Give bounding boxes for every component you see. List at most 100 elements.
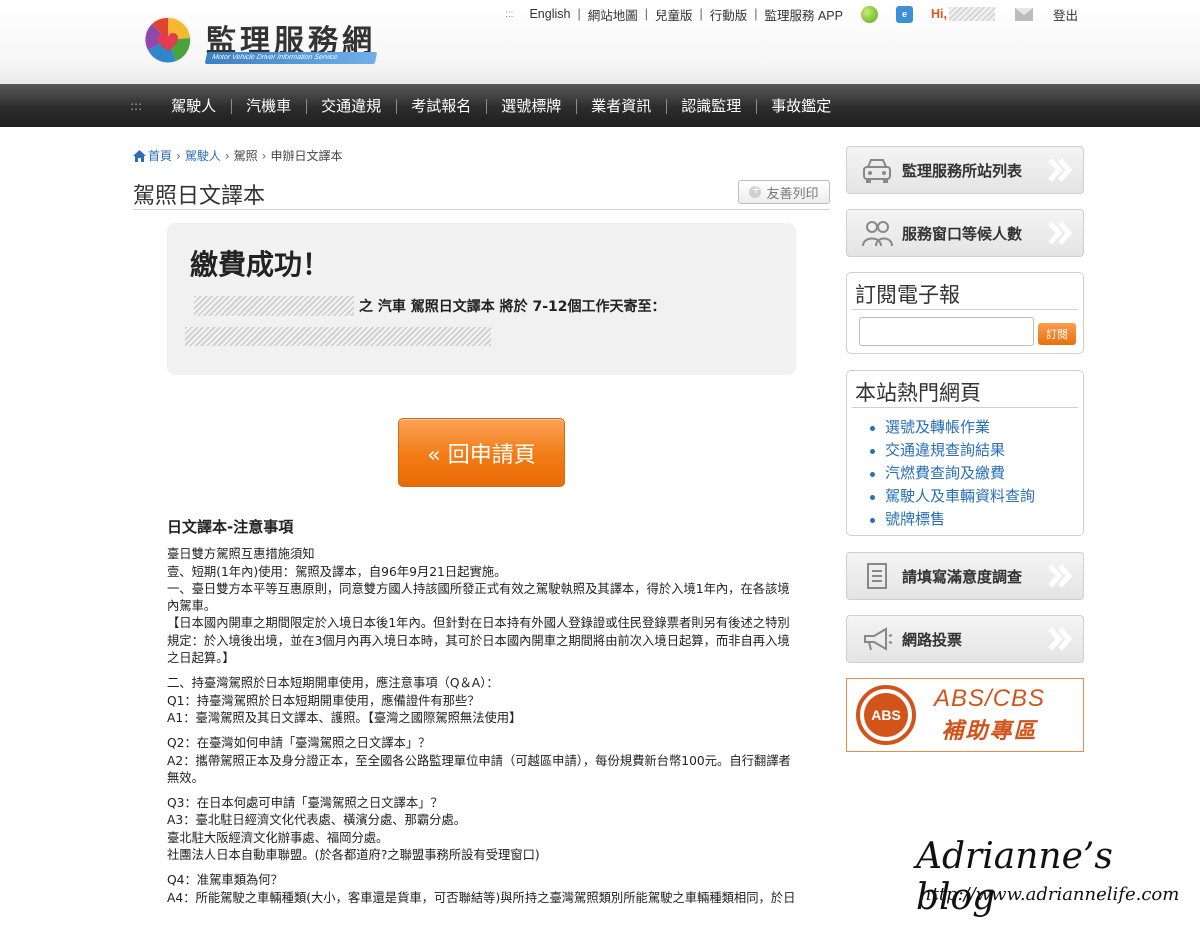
breadcrumb-separator: › xyxy=(224,148,230,163)
notes-line: 【日本國內開車之期間限定於入境日本後1年內。但針對在日本持有外國人登錄證或住民登… xyxy=(167,616,790,666)
car-icon xyxy=(863,159,891,183)
notes-line: A2：攜帶駕照正本及身分證正本，至全國各公路監理單位申請（可越區申請），每份規費… xyxy=(167,753,791,785)
notes-line: A4：所能駕駛之車輛種類(大小，客車還是貨車，可否聯結等)與所持之臺灣駕照類別所… xyxy=(167,890,796,905)
mail-icon[interactable] xyxy=(1014,7,1033,21)
notes-line: A3：臺北駐日經濟文化代表處、橫濱分處、那霸分處。 xyxy=(167,813,467,828)
breadcrumb-driver[interactable]: 駕駛人 xyxy=(185,147,221,164)
link-kids[interactable]: 兒童版 xyxy=(655,5,693,24)
link-mobile[interactable]: 行動版 xyxy=(710,5,748,24)
abs-badge-icon: ABS xyxy=(856,685,916,745)
print-button[interactable]: 友善列印 xyxy=(738,180,830,204)
nav-item-about[interactable]: 認識監理 xyxy=(666,96,756,116)
link-app[interactable]: 監理服務 APP xyxy=(765,5,844,24)
panel-divider xyxy=(852,309,1078,310)
people-icon xyxy=(862,221,893,247)
abs-cbs-subsidy-banner[interactable]: ABS ABS/CBS 補助專區 xyxy=(846,678,1084,752)
back-to-application-button[interactable]: « 回申請頁 xyxy=(398,418,565,487)
notes-line: 臺北駐大阪經濟文化辦事處、福岡分處。 xyxy=(167,830,389,845)
breadcrumb-license: 駕照 xyxy=(233,149,258,163)
breadcrumb-home[interactable]: 首頁 xyxy=(148,147,172,164)
masked-address xyxy=(185,327,491,346)
megaphone-icon xyxy=(864,627,893,651)
nav-item-plates[interactable]: 選號標牌 xyxy=(486,96,576,116)
newsletter-panel: 訂閱電子報 訂閱 xyxy=(846,272,1084,354)
top-links-dots: ::: xyxy=(505,8,514,20)
station-list-label: 監理服務所站列表 xyxy=(902,161,1023,180)
title-divider xyxy=(133,209,830,210)
main-nav: ::: 駕駛人 汽機車 交通違規 考試報名 選號標牌 業者資訊 認識監理 事故鑑… xyxy=(0,84,1200,127)
blog-watermark-url: http://www.adriannelife.com xyxy=(920,884,1180,905)
notes-line: 臺日雙方駕照互惠措施須知 xyxy=(167,547,315,562)
page-title: 駕照日文譯本 xyxy=(133,184,266,209)
notes-gap xyxy=(167,727,799,735)
double-chevron-right-icon xyxy=(1048,221,1073,245)
nav-item-accident[interactable]: 事故鑑定 xyxy=(756,96,846,116)
online-vote-button[interactable]: 網路投票 xyxy=(846,615,1084,663)
hot-pages-list: 選號及轉帳作業 交通違規查詢結果 汽燃費查詢及繳費 駕駛人及車輛資料查詢 號牌標… xyxy=(847,408,1083,531)
abs-banner-text: ABS/CBS 補助專區 xyxy=(934,685,1045,745)
notes-line: Q3：在日本何處可申請「臺灣駕照之日文譯本」？ xyxy=(167,796,443,811)
hot-link-plate-auction[interactable]: 號牌標售 xyxy=(869,508,1083,531)
separator: | xyxy=(754,7,758,21)
logo-mark-icon xyxy=(144,16,192,64)
notes-line: 二、持臺灣駕照於日本短期開車使用，應注意事項（Q＆A）： xyxy=(167,676,499,691)
hot-pages-title: 本站熱門網頁 xyxy=(855,381,981,405)
queue-status-label: 服務窗口等候人數 xyxy=(902,224,1023,243)
breadcrumb-separator: › xyxy=(261,148,267,163)
nav-item-exam[interactable]: 考試報名 xyxy=(396,96,486,116)
logout-link[interactable]: 登出 xyxy=(1053,5,1078,24)
success-message-text: 之 汽車 駕照日文譯本 將於 7-12個工作天寄至： xyxy=(359,299,666,315)
payment-success-box: 繳費成功！ 之 汽車 駕照日文譯本 將於 7-12個工作天寄至： xyxy=(167,223,796,375)
abs-banner-title: ABS/CBS xyxy=(934,685,1046,712)
hot-pages-panel: 本站熱門網頁 選號及轉帳作業 交通違規查詢結果 汽燃費查詢及繳費 駕駛人及車輛資… xyxy=(846,370,1084,536)
abs-badge-text: ABS xyxy=(864,693,908,737)
link-english[interactable]: English xyxy=(529,7,570,21)
newsletter-title: 訂閱電子報 xyxy=(855,283,960,307)
notes-gap xyxy=(167,667,799,675)
subscribe-button[interactable]: 訂閱 xyxy=(1038,323,1076,345)
station-list-button[interactable]: 監理服務所站列表 xyxy=(846,146,1084,194)
notes-gap xyxy=(167,787,799,795)
separator: | xyxy=(699,7,703,21)
logo-subtitle: Motor Vehicle Driver Information Service xyxy=(204,52,378,64)
blue-app-icon[interactable]: e xyxy=(896,5,913,23)
notes-line: Q4：准駕車類為何？ xyxy=(167,873,283,888)
notes-line: A1：臺灣駕照及其日文譯本、護照。【臺灣之國際駕照無法使用】 xyxy=(167,710,522,725)
newsletter-email-input[interactable] xyxy=(859,317,1034,346)
double-chevron-right-icon xyxy=(1048,564,1073,588)
notes-heading: 日文譯本-注意事項 xyxy=(167,518,294,536)
site-header: 監理服務網 Motor Vehicle Driver Information S… xyxy=(0,0,1200,84)
nav-item-driver[interactable]: 駕駛人 xyxy=(156,96,231,116)
hot-link-plate-selection[interactable]: 選號及轉帳作業 xyxy=(869,416,1083,439)
success-title: 繳費成功！ xyxy=(190,248,331,281)
green-leaf-icon[interactable] xyxy=(861,5,878,23)
abs-banner-subtitle: 補助專區 xyxy=(941,719,1038,744)
queue-status-button[interactable]: 服務窗口等候人數 xyxy=(846,209,1084,257)
nav-item-business[interactable]: 業者資訊 xyxy=(576,96,666,116)
site-logo[interactable]: 監理服務網 Motor Vehicle Driver Information S… xyxy=(142,14,382,70)
separator: | xyxy=(577,7,581,21)
masked-applicant-name xyxy=(194,296,354,316)
user-greeting: Hi, xyxy=(931,7,947,21)
home-icon xyxy=(133,149,146,162)
survey-button[interactable]: 請填寫滿意度調查 xyxy=(846,552,1084,600)
link-sitemap[interactable]: 網站地圖 xyxy=(588,5,638,24)
blog-watermark-name: Adrianne’s blog xyxy=(916,836,1113,918)
success-message: 之 汽車 駕照日文譯本 將於 7-12個工作天寄至： xyxy=(194,296,666,316)
double-chevron-right-icon xyxy=(1048,158,1073,182)
breadcrumb-current: 申辦日文譯本 xyxy=(270,149,343,163)
notes-section: 日文譯本-注意事項 臺日雙方駕照互惠措施須知 壹、短期(1年內)使用：駕照及譯本… xyxy=(167,518,799,907)
print-button-label: 友善列印 xyxy=(766,186,819,202)
double-chevron-right-icon xyxy=(1048,627,1073,651)
hot-link-violation-results[interactable]: 交通違規查詢結果 xyxy=(869,439,1083,462)
notes-line: Q1：持臺灣駕照於日本短期開車使用，應備證件有那些？ xyxy=(167,693,480,708)
nav-item-vehicles[interactable]: 汽機車 xyxy=(231,96,306,116)
top-links: ::: English | 網站地圖 | 兒童版 | 行動版 | 監理服務 AP… xyxy=(505,5,1078,23)
hot-link-driver-vehicle-query[interactable]: 駕駛人及車輛資料查詢 xyxy=(869,485,1083,508)
notes-line: 壹、短期(1年內)使用：駕照及譯本，自96年9月21日起實施。 xyxy=(167,564,507,579)
notes-line: 社團法人日本自動車聯盟。(於各都道府?之聯盟事務所設有受理窗口) xyxy=(167,848,540,863)
breadcrumb: 首頁 › 駕駛人 › 駕照 › 申辦日文譯本 xyxy=(133,147,343,164)
print-plus-icon xyxy=(749,183,762,198)
nav-item-violations[interactable]: 交通違規 xyxy=(306,96,396,116)
hot-link-fuel-fee[interactable]: 汽燃費查詢及繳費 xyxy=(869,462,1083,485)
